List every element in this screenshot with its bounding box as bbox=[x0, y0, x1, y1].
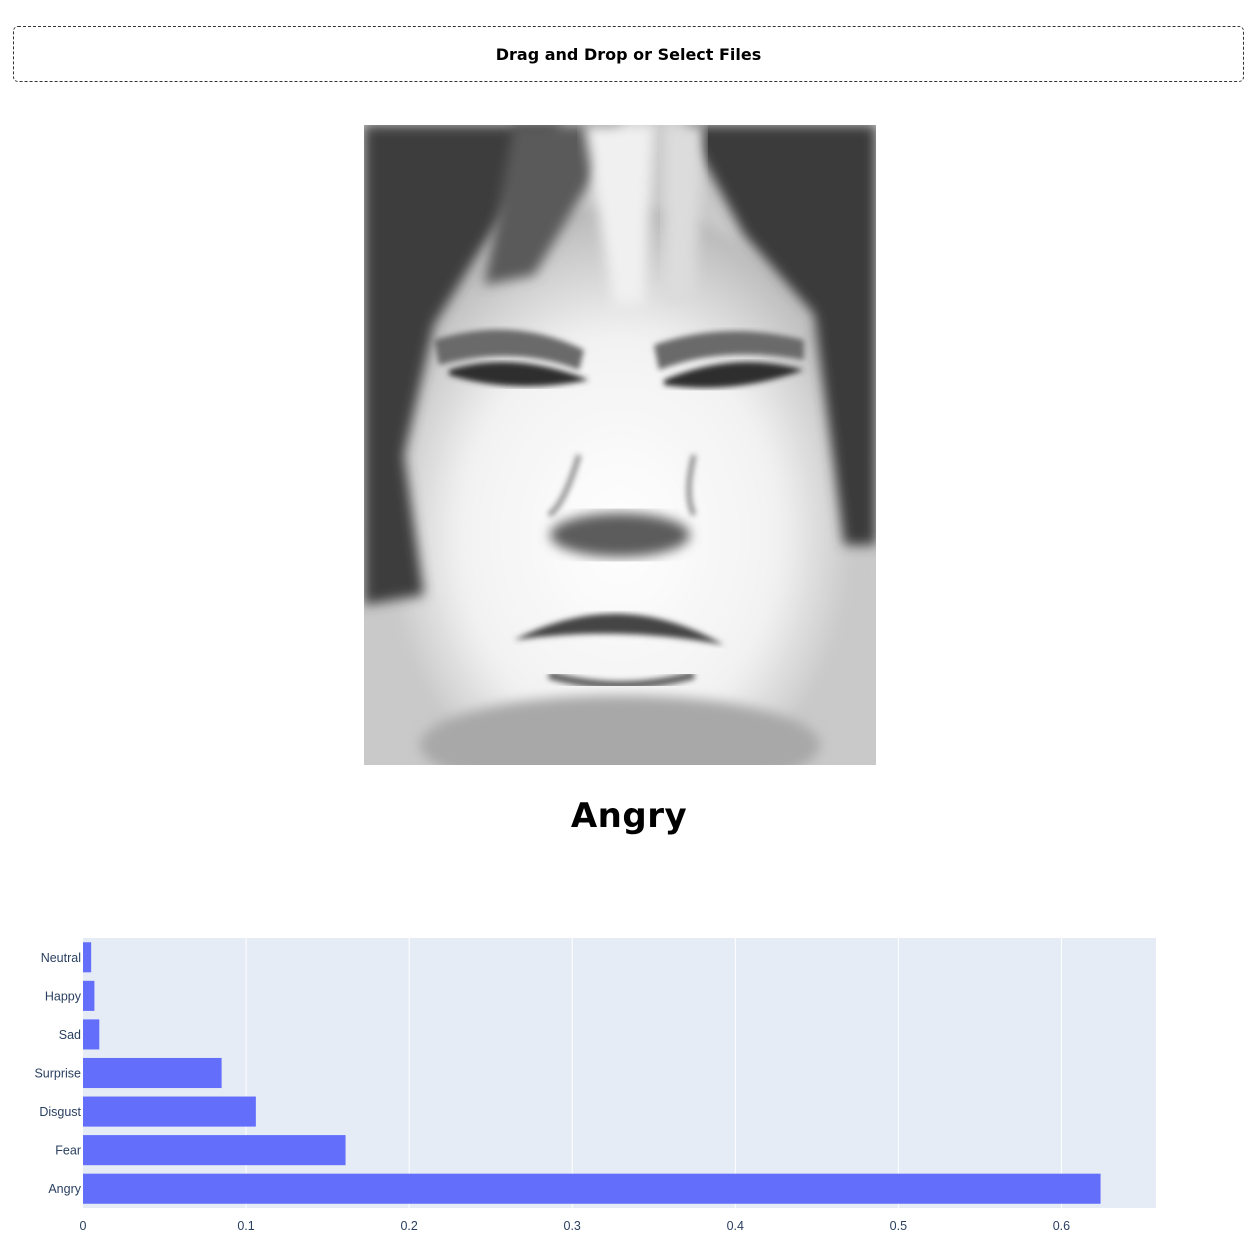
bar-surprise bbox=[83, 1057, 222, 1089]
x-tick-label: 0.1 bbox=[237, 1219, 254, 1233]
x-tick-label: 0.4 bbox=[727, 1219, 744, 1233]
plot-area bbox=[83, 938, 1156, 1208]
y-tick-label: Surprise bbox=[34, 1067, 81, 1081]
emotion-probability-chart: Angry Fear Disgust Surprise Sad Happy Neutral 0… bbox=[0, 925, 1258, 1236]
x-tick-label: 0.2 bbox=[400, 1219, 417, 1233]
y-tick-label: Disgust bbox=[39, 1105, 81, 1119]
x-tick-label: 0.3 bbox=[564, 1219, 581, 1233]
y-tick-label: Neutral bbox=[41, 951, 81, 965]
bar-fear bbox=[83, 1135, 346, 1166]
x-tick-label: 0.6 bbox=[1053, 1219, 1070, 1233]
file-upload-dropzone[interactable]: Drag and Drop or Select Files bbox=[13, 26, 1244, 82]
bar-chart-svg: Angry Fear Disgust Surprise Sad Happy Neutral 0… bbox=[34, 938, 1156, 1233]
bar-neutral bbox=[83, 942, 92, 973]
face-photo-icon bbox=[364, 125, 876, 765]
bar-disgust bbox=[83, 1096, 256, 1127]
bar-angry bbox=[83, 1173, 1101, 1204]
uploaded-face-image bbox=[364, 125, 876, 765]
y-tick-label: Fear bbox=[55, 1144, 81, 1158]
y-tick-label: Happy bbox=[45, 989, 82, 1003]
bar-sad bbox=[83, 1019, 100, 1050]
upload-label: Drag and Drop or Select Files bbox=[495, 44, 762, 64]
bar-happy bbox=[83, 980, 95, 1011]
prediction-label: Angry bbox=[570, 796, 688, 836]
y-tick-label: Sad bbox=[59, 1028, 81, 1042]
y-tick-label: Angry bbox=[48, 1182, 81, 1196]
x-tick-label: 0 bbox=[80, 1219, 87, 1233]
x-tick-label: 0.5 bbox=[890, 1219, 907, 1233]
